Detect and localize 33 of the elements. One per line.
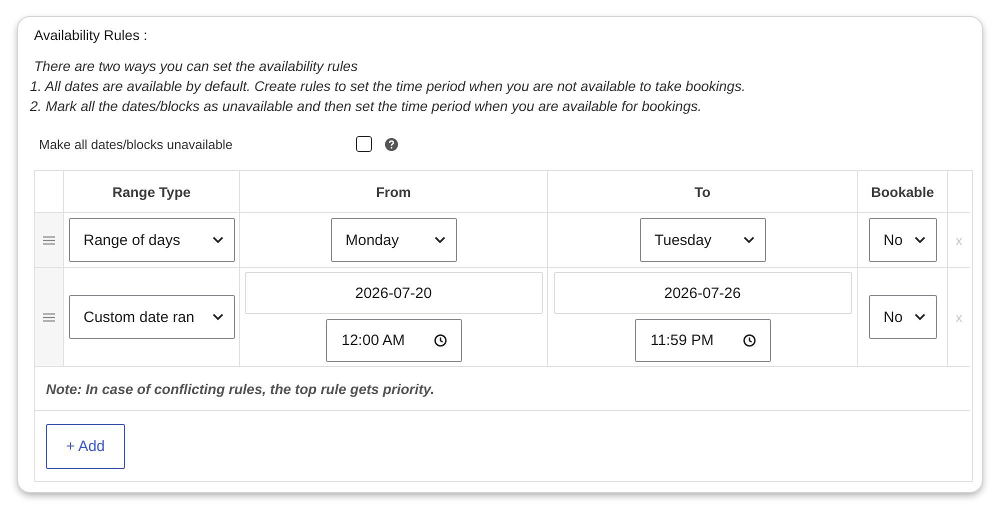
- chevron-down-icon: [212, 236, 224, 244]
- drag-handle-icon[interactable]: [43, 236, 55, 244]
- chevron-down-icon: [742, 236, 754, 244]
- checkbox[interactable]: [356, 136, 372, 152]
- chevron-down-icon: [914, 236, 926, 244]
- day-select[interactable]: Monday: [330, 218, 456, 262]
- clock-icon: [434, 334, 446, 347]
- section-title: Availability Rules :: [34, 27, 148, 43]
- time-field[interactable]: 11:59 PM: [634, 319, 770, 362]
- date-field[interactable]: 2026-07-20: [244, 272, 542, 314]
- bookable-select[interactable]: No: [868, 218, 936, 262]
- add-button[interactable]: + Add: [46, 424, 125, 468]
- chevron-down-icon: [212, 313, 224, 321]
- column-header: From: [376, 184, 411, 200]
- chevron-down-icon: [914, 313, 926, 321]
- intro-text: 1. All dates are available by default. Create rules to set the time period when you are not available to take bookings.: [30, 77, 746, 96]
- intro-text: There are two ways you can set the availability rules: [34, 57, 359, 76]
- drag-handle-icon[interactable]: [43, 312, 55, 322]
- day-select[interactable]: Tuesday: [640, 218, 766, 262]
- column-header: To: [694, 184, 711, 200]
- clock-icon: [742, 334, 756, 347]
- chevron-down-icon: [434, 236, 446, 244]
- column-header: Bookable: [870, 184, 934, 200]
- range-type-select[interactable]: Range of days: [68, 218, 234, 262]
- date-field[interactable]: 2026-07-26: [554, 272, 852, 314]
- note-text: Note: In case of conflicting rules, the top rule gets priority.: [46, 380, 434, 396]
- help-icon[interactable]: [385, 138, 398, 150]
- bookable-select[interactable]: No: [868, 295, 936, 339]
- time-field[interactable]: 12:00 AM: [326, 319, 462, 362]
- range-type-select[interactable]: Custom date ran: [68, 295, 234, 339]
- column-header: Range Type: [112, 184, 191, 200]
- option-label: Make all dates/blocks unavailable: [39, 136, 234, 152]
- intro-text: 2. Mark all the dates/blocks as unavailable and then set the time period when you are available for bookings.: [30, 97, 703, 116]
